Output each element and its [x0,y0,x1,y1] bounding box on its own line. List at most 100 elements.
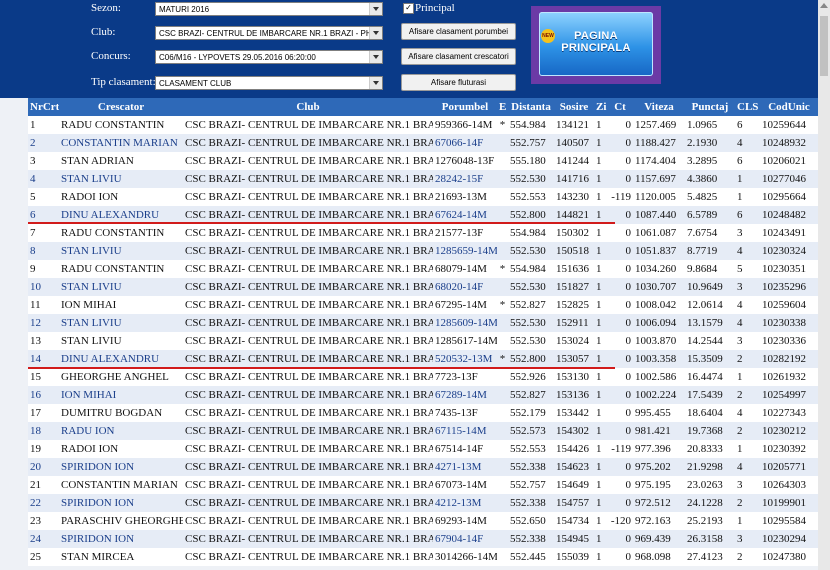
cell-porumbel[interactable]: 67904-14F [433,530,497,548]
cell-viteza: 1174.404 [633,152,685,170]
chevron-down-icon [369,77,382,89]
cell-viteza: 1087.440 [633,206,685,224]
cell-club: CSC BRAZI- CENTRUL DE IMBARCARE NR.1 BRA… [183,260,433,278]
cell-codunic: 10230338 [760,314,818,332]
tip-clasament-label: Tip clasament: [91,76,156,88]
cell-crescator[interactable]: PARASCHIV GHEORGHE [59,512,183,530]
cell-crescator[interactable]: SPIRIDON ION [59,458,183,476]
cell-porumbel[interactable]: 1285659-14M [433,242,497,260]
pagina-principala-link[interactable]: NEW PAGINA PRINCIPALA [531,6,661,84]
table-header-row: NrCrt Crescator Club Porumbel E Distanta… [28,98,818,116]
cell-crescator[interactable]: DINU ALEXANDRU [59,350,183,368]
col-club[interactable]: Club [183,98,433,116]
cell-crescator[interactable]: CONSTANTIN MARIAN [59,476,183,494]
col-codunic[interactable]: CodUnic [760,98,818,116]
afisare-crescatori-button[interactable]: Afisare clasament crescatori [401,48,516,65]
cell-club: CSC BRAZI- CENTRUL DE IMBARCARE NR.1 BRA… [183,530,433,548]
col-ct[interactable]: Ct [607,98,633,116]
table-row: 22 SPIRIDON ION CSC BRAZI- CENTRUL DE IMBA… [28,494,818,512]
cell-crescator[interactable]: STAN ADRIAN [59,152,183,170]
cell-porumbel[interactable]: 28242-15F [433,170,497,188]
cell-porumbel[interactable]: 67073-14M [433,476,497,494]
afisare-porumbei-button[interactable]: Afisare clasament porumbei [401,23,516,40]
cell-club: CSC BRAZI- CENTRUL DE IMBARCARE NR.1 BRA… [183,332,433,350]
cell-porumbel[interactable]: 1285609-14M [433,314,497,332]
cell-viteza: 1003.870 [633,332,685,350]
cell-sosire: 154302 [554,422,594,440]
cell-porumbel[interactable]: 67289-14M [433,386,497,404]
cell-crescator[interactable]: ION MIHAI [59,296,183,314]
cell-sosire: 154426 [554,440,594,458]
cell-punctaj: 25.2193 [685,512,735,530]
cell-crescator[interactable]: STAN LIVIU [59,314,183,332]
cell-club: CSC BRAZI- CENTRUL DE IMBARCARE NR.1 BRA… [183,512,433,530]
cell-crescator[interactable]: RADU ION [59,422,183,440]
cell-ct: 0 [607,548,633,566]
cell-porumbel[interactable]: 7723-13F [433,368,497,386]
col-punctaj[interactable]: Punctaj [685,98,735,116]
cell-crescator[interactable]: ION MIHAI [59,386,183,404]
col-distanta[interactable]: Distanta [508,98,554,116]
cell-porumbel[interactable]: 4212-13M [433,494,497,512]
cell-crescator[interactable]: GHEORGHE ANGHEL [59,368,183,386]
cell-porumbel[interactable]: 520532-13M [433,350,497,368]
col-crescator[interactable]: Crescator [59,98,183,116]
cell-porumbel[interactable]: 21693-13M [433,188,497,206]
col-porumbel[interactable]: Porumbel [433,98,497,116]
cell-ct: 0 [607,170,633,188]
cell-porumbel[interactable]: 68020-14F [433,278,497,296]
afisare-fluturasi-button[interactable]: Afisare fluturasi [401,74,516,91]
table-row: 17 DUMITRU BOGDAN CSC BRAZI- CENTRUL DE IM… [28,404,818,422]
cell-club: CSC BRAZI- CENTRUL DE IMBARCARE NR.1 BRA… [183,422,433,440]
cell-crescator[interactable]: RADOI ION [59,188,183,206]
cell-crescator[interactable]: SPIRIDON ION [59,530,183,548]
cell-crescator[interactable]: SPIRIDON ION [59,494,183,512]
concurs-select[interactable]: C06/M16 - LYPOVETS 29.05.2016 06:20:00 [155,50,383,64]
col-cls[interactable]: CLS [735,98,760,116]
cell-crescator[interactable]: RADU CONSTANTIN [59,224,183,242]
cell-porumbel[interactable]: 68079-14M [433,260,497,278]
cell-porumbel[interactable]: 959366-14M [433,116,497,134]
club-select[interactable]: CSC BRAZI- CENTRUL DE IMBARCARE NR.1 BRA… [155,26,383,40]
cell-crescator[interactable]: CONSTANTIN MARIAN [59,134,183,152]
cell-sosire: 154945 [554,530,594,548]
cell-porumbel[interactable]: 1276048-13F [433,152,497,170]
cell-porumbel[interactable]: 1285617-14M [433,332,497,350]
cell-e [497,242,508,260]
col-sosire[interactable]: Sosire [554,98,594,116]
tip-clasament-select[interactable]: CLASAMENT CLUB [155,76,383,90]
principal-checkbox[interactable]: ✓ [403,3,414,14]
cell-punctaj: 17.5439 [685,386,735,404]
scroll-thumb[interactable] [820,16,828,76]
table-row: 9 RADU CONSTANTIN CSC BRAZI- CENTRUL DE IM… [28,260,818,278]
cell-porumbel[interactable]: 69293-14M [433,512,497,530]
cell-crescator[interactable]: RADOI ION [59,440,183,458]
cell-crescator[interactable]: STAN LIVIU [59,242,183,260]
scroll-up-icon[interactable] [820,3,828,8]
col-zi[interactable]: Zi [594,98,607,116]
col-e[interactable]: E [497,98,508,116]
cell-porumbel[interactable]: 67295-14M [433,296,497,314]
cell-porumbel[interactable]: 67514-14F [433,440,497,458]
cell-porumbel[interactable]: 67115-14M [433,422,497,440]
cell-crescator[interactable]: RADU CONSTANTIN [59,116,183,134]
col-nrcrt[interactable]: NrCrt [28,98,59,116]
cell-crescator[interactable]: RADU CONSTANTIN [59,260,183,278]
cell-porumbel[interactable]: 4271-13M [433,458,497,476]
cell-nrcrt: 13 [28,332,59,350]
cell-crescator[interactable]: STAN LIVIU [59,332,183,350]
cell-crescator[interactable]: STAN LIVIU [59,170,183,188]
cell-porumbel[interactable]: 21577-13F [433,224,497,242]
cell-porumbel[interactable]: 3014266-14M [433,548,497,566]
cell-crescator[interactable]: DUMITRU BOGDAN [59,404,183,422]
col-viteza[interactable]: Viteza [633,98,685,116]
cell-nrcrt: 21 [28,476,59,494]
cell-zi: 1 [594,458,607,476]
cell-porumbel[interactable]: 67066-14F [433,134,497,152]
vertical-scrollbar[interactable] [818,0,830,570]
cell-nrcrt: 12 [28,314,59,332]
sezon-select[interactable]: MATURI 2016 [155,2,383,16]
cell-crescator[interactable]: STAN LIVIU [59,278,183,296]
cell-porumbel[interactable]: 7435-13F [433,404,497,422]
cell-crescator[interactable]: STAN MIRCEA [59,548,183,566]
